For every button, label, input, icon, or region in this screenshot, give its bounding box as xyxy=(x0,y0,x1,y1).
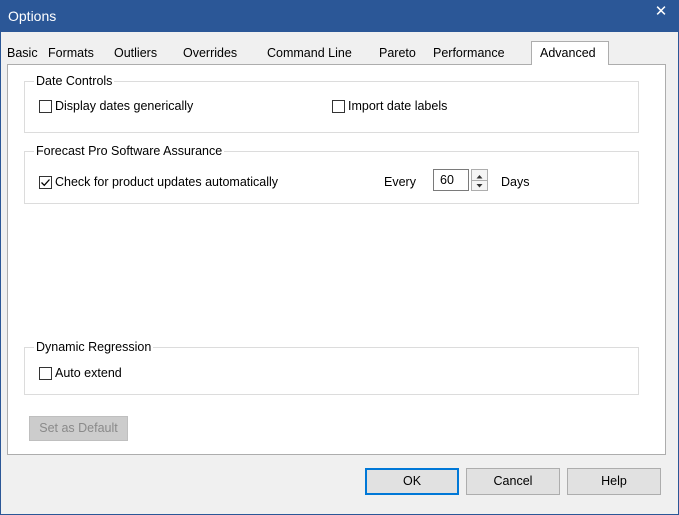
help-button[interactable]: Help xyxy=(567,468,661,495)
auto-extend-label: Auto extend xyxy=(55,366,122,380)
checkbox-box[interactable] xyxy=(39,366,52,380)
dynamic-regression-group: Dynamic Regression Auto extend xyxy=(24,340,639,395)
tab-performance[interactable]: Performance xyxy=(433,44,505,64)
every-label: Every xyxy=(384,175,416,189)
tab-advanced[interactable]: Advanced xyxy=(531,41,609,65)
checkbox-box[interactable] xyxy=(332,99,345,113)
window-title: Options xyxy=(8,8,57,24)
days-interval-input[interactable]: 60 xyxy=(433,169,469,191)
dynamic-regression-title: Dynamic Regression xyxy=(34,340,154,355)
import-date-labels-checkbox[interactable]: Import date labels xyxy=(332,99,447,113)
tab-pareto[interactable]: Pareto xyxy=(379,44,416,64)
display-dates-generically-label: Display dates generically xyxy=(55,99,194,113)
date-controls-title: Date Controls xyxy=(34,74,115,89)
check-updates-label: Check for product updates automatically xyxy=(55,175,279,189)
tab-formats[interactable]: Formats xyxy=(48,44,94,64)
set-as-default-button[interactable]: Set as Default xyxy=(29,416,128,441)
display-dates-generically-checkbox[interactable]: Display dates generically xyxy=(39,99,193,113)
close-icon[interactable]: ✕ xyxy=(644,1,678,25)
check-updates-checkbox[interactable]: Check for product updates automatically xyxy=(39,175,278,189)
options-dialog: Options ✕ Basic Formats Outliers Overrid… xyxy=(0,0,679,515)
software-assurance-group: Forecast Pro Software Assurance Check fo… xyxy=(24,144,639,204)
days-spinner[interactable] xyxy=(471,169,488,191)
checkbox-box[interactable] xyxy=(39,175,52,189)
tab-command-line[interactable]: Command Line xyxy=(267,44,352,64)
date-controls-group: Date Controls Display dates generically … xyxy=(24,74,639,133)
tab-outliers[interactable]: Outliers xyxy=(114,44,157,64)
advanced-panel: Date Controls Display dates generically … xyxy=(7,64,666,455)
days-label: Days xyxy=(501,175,530,189)
ok-button[interactable]: OK xyxy=(365,468,459,495)
cancel-button[interactable]: Cancel xyxy=(466,468,560,495)
spin-down-icon[interactable] xyxy=(472,180,487,190)
title-bar: Options ✕ xyxy=(1,1,678,32)
software-assurance-title: Forecast Pro Software Assurance xyxy=(34,144,225,159)
auto-extend-checkbox[interactable]: Auto extend xyxy=(39,366,122,380)
tab-overrides[interactable]: Overrides xyxy=(183,44,237,64)
tab-strip: Basic Formats Outliers Overrides Command… xyxy=(7,41,667,65)
checkbox-box[interactable] xyxy=(39,99,52,113)
checkmark-icon xyxy=(41,178,50,186)
tab-basic[interactable]: Basic xyxy=(7,44,38,64)
import-date-labels-label: Import date labels xyxy=(348,99,448,113)
